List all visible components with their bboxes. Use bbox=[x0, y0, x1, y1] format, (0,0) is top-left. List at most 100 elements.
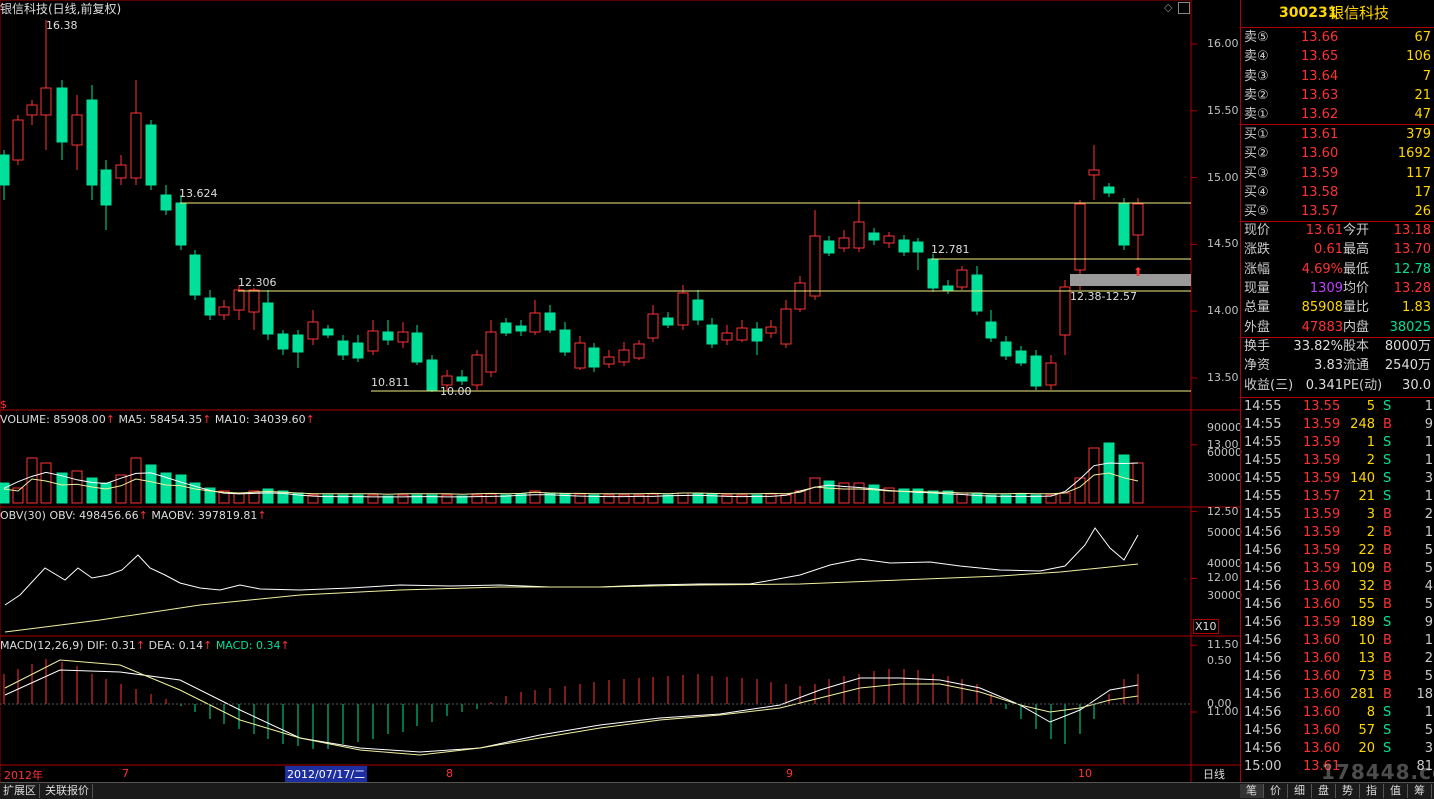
macd-label: MACD(12,26,9) DIF: 0.31↑ DEA: 0.14↑ MACD… bbox=[0, 639, 290, 652]
obv-label: OBV(30) OBV: 498456.66↑ MAOBV: 397819.81… bbox=[0, 509, 267, 522]
bid-price: 13.60 bbox=[1301, 146, 1339, 162]
tick-count: 4 bbox=[1424, 579, 1433, 594]
tick-volume: 3 bbox=[1366, 507, 1375, 522]
bid-price: 13.58 bbox=[1301, 184, 1339, 200]
side-tab[interactable]: 细 bbox=[1288, 784, 1312, 798]
ask-row: 卖① 13.62 47 bbox=[1241, 106, 1434, 124]
tick-row: 14:56 13.59 189 S 9 bbox=[1241, 614, 1434, 632]
candle bbox=[559, 322, 571, 356]
tick-price: 13.59 bbox=[1303, 417, 1341, 432]
side-tab[interactable]: 盘 bbox=[1312, 784, 1336, 798]
kline-chart[interactable] bbox=[0, 0, 1240, 784]
tick-row: 14:55 13.59 2 S 1 bbox=[1241, 452, 1434, 470]
side-tab[interactable]: 筹 bbox=[1408, 784, 1432, 798]
tick-time: 14:56 bbox=[1244, 723, 1282, 738]
tick-direction: B bbox=[1383, 687, 1392, 702]
candle bbox=[1045, 355, 1057, 390]
price-tick: 12.50 bbox=[1207, 504, 1239, 518]
candle bbox=[529, 300, 541, 335]
ask-row: 卖② 13.63 21 bbox=[1241, 87, 1434, 105]
price-tick: 15.00 bbox=[1207, 170, 1239, 184]
tick-volume: 22 bbox=[1358, 543, 1375, 558]
tick-row: 14:56 13.59 2 B 1 bbox=[1241, 524, 1434, 542]
tick-volume: 1 bbox=[1366, 435, 1375, 450]
candle bbox=[838, 230, 850, 252]
low-marker: 10.00 bbox=[440, 385, 472, 398]
volume-bar bbox=[56, 472, 68, 504]
ask-label: 卖⑤ bbox=[1244, 30, 1269, 45]
side-tab-bar: 笔价细盘势指值筹 bbox=[1240, 782, 1434, 799]
tick-direction: B bbox=[1383, 597, 1392, 612]
volume-label: VOLUME: 85908.00↑ MA5: 58454.35↑ MA10: 3… bbox=[0, 413, 315, 426]
tick-price: 13.59 bbox=[1303, 525, 1341, 540]
quote-value: 4.69% bbox=[1301, 261, 1343, 277]
quote-value: 47883 bbox=[1301, 319, 1343, 335]
candle bbox=[956, 266, 968, 290]
tick-direction: B bbox=[1383, 669, 1392, 684]
fund-row: 净资 3.83 流通 2540万 bbox=[1241, 357, 1434, 375]
fund-row: 收益(三) 0.341 PE(动) 30.0 bbox=[1241, 377, 1434, 395]
candle bbox=[736, 320, 748, 342]
side-tab[interactable]: 指 bbox=[1360, 784, 1384, 798]
candle bbox=[823, 236, 835, 256]
candle bbox=[382, 320, 394, 345]
tick-direction: S bbox=[1383, 741, 1392, 756]
tick-row: 14:55 13.59 140 S 3 bbox=[1241, 470, 1434, 488]
bid-label: 买① bbox=[1244, 127, 1269, 142]
candle bbox=[26, 100, 38, 125]
quote-key: 涨幅 bbox=[1244, 261, 1271, 277]
macd-series bbox=[0, 659, 1191, 756]
volume-bar bbox=[71, 470, 83, 504]
period-label[interactable]: 日线 bbox=[1203, 766, 1225, 782]
obv-tick: 30000 bbox=[1207, 589, 1242, 602]
tick-time: 14:56 bbox=[1244, 633, 1282, 648]
side-tab[interactable]: 笔 bbox=[1240, 784, 1264, 798]
tick-price: 13.59 bbox=[1303, 615, 1341, 630]
candle bbox=[588, 343, 600, 372]
tick-time: 14:55 bbox=[1244, 435, 1282, 450]
volume-tick: 60000 bbox=[1207, 446, 1242, 459]
chart-title: 银信科技(日线,前复权) bbox=[0, 2, 122, 16]
tick-count: 5 bbox=[1424, 723, 1433, 738]
chart-area[interactable]: 银信科技(日线,前复权) ◇ 16.38 10.00 13.624 12.306… bbox=[0, 0, 1242, 784]
quote-value: 13.28 bbox=[1393, 280, 1431, 296]
tick-price: 13.60 bbox=[1303, 723, 1341, 738]
candle bbox=[352, 335, 364, 362]
volume-bar bbox=[100, 482, 112, 504]
level-label-2: 12.306 bbox=[238, 276, 277, 289]
tick-time: 14:56 bbox=[1244, 705, 1282, 720]
candle bbox=[1030, 350, 1042, 390]
tick-price: 13.59 bbox=[1303, 471, 1341, 486]
side-tab[interactable]: 势 bbox=[1336, 784, 1360, 798]
ask-volume: 47 bbox=[1414, 107, 1431, 123]
quote-row: 涨跌 0.61 最高 13.70 bbox=[1241, 241, 1434, 259]
tick-direction: B bbox=[1383, 417, 1392, 432]
volume-ma10-line bbox=[3, 472, 1139, 495]
quote-value: 0.61 bbox=[1314, 242, 1343, 258]
candle bbox=[942, 280, 954, 294]
volume-bar bbox=[1132, 462, 1144, 504]
volume-bar bbox=[441, 494, 453, 504]
tab-related-quotes[interactable]: 关联报价 bbox=[42, 784, 93, 798]
quote-panel: 300231 银信科技 卖⑤ 13.66 67 卖④ 13.65 106 卖③ 13.64 7 卖… bbox=[1240, 0, 1434, 784]
bid-row: 买④ 13.58 17 bbox=[1241, 184, 1434, 202]
window-icon[interactable] bbox=[1178, 2, 1190, 14]
bid-row: 买① 13.61 379 bbox=[1241, 126, 1434, 144]
candle bbox=[471, 350, 483, 390]
tick-time: 14:55 bbox=[1244, 489, 1282, 504]
tick-volume: 140 bbox=[1350, 471, 1375, 486]
candle bbox=[130, 80, 142, 185]
bottom-tab-bar: 扩展区 关联报价 bbox=[0, 782, 1240, 799]
tick-time: 14:56 bbox=[1244, 579, 1282, 594]
candle bbox=[100, 160, 112, 230]
tick-row: 14:56 13.60 10 B 1 bbox=[1241, 632, 1434, 650]
side-tab[interactable]: 值 bbox=[1384, 784, 1408, 798]
tab-extend[interactable]: 扩展区 bbox=[0, 784, 40, 798]
tick-count: 18 bbox=[1416, 687, 1433, 702]
fund-value: 8000万 bbox=[1384, 339, 1431, 354]
diamond-icon[interactable]: ◇ bbox=[1164, 1, 1172, 14]
side-tab[interactable]: 价 bbox=[1264, 784, 1288, 798]
tick-volume: 2 bbox=[1366, 525, 1375, 540]
quote-key: 量比 bbox=[1343, 300, 1370, 316]
candle bbox=[262, 290, 274, 340]
